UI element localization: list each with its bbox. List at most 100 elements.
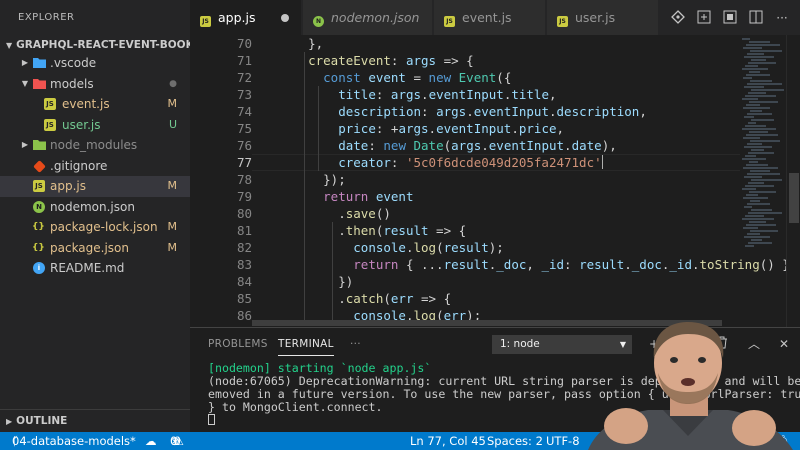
minimap-line xyxy=(747,173,780,175)
code-content[interactable]: }, createEvent: args => { const event = … xyxy=(278,35,797,327)
terminal-output[interactable]: [nodemon] starting `node app.js` (node:6… xyxy=(208,362,800,427)
tree-item-app-js[interactable]: JS app.js M xyxy=(0,176,190,197)
minimap-line xyxy=(748,182,764,184)
git-compare-icon[interactable] xyxy=(670,10,686,26)
status-bar: ᚴ 04-database-models* ☁ ⊗ 0 ⚠ 0 Ln 77, Co… xyxy=(0,432,800,450)
chevron-down-icon: ▼ xyxy=(21,78,29,88)
minimap-line xyxy=(745,185,774,187)
minimap-line xyxy=(750,50,782,52)
tree-item-package-json[interactable]: {} package.json M xyxy=(0,238,190,259)
code-line[interactable]: const event = new Event({ xyxy=(278,69,511,86)
tree-item-package-lock-json[interactable]: {} package-lock.json M xyxy=(0,217,190,238)
more-actions-icon[interactable]: ··· xyxy=(774,10,790,26)
minimap-line xyxy=(747,143,762,145)
tree-item-label: .vscode xyxy=(50,56,97,70)
tree-item-label: node_modules xyxy=(50,138,138,152)
tab-label: event.js xyxy=(462,10,512,25)
minimap-line xyxy=(744,236,770,238)
code-line[interactable]: creator: '5c0f6dcde049d205fa2471dc' xyxy=(278,154,603,171)
branch-name: 04-database-models* xyxy=(12,434,136,448)
minimap-line xyxy=(748,92,766,94)
code-line[interactable]: description: args.eventInput.description… xyxy=(278,103,647,120)
line-number: 83 xyxy=(236,257,252,272)
tree-item-node-modules[interactable]: ▶ node_modules xyxy=(0,135,190,156)
indentation[interactable]: Spaces: 2 xyxy=(487,432,543,450)
tab-problems[interactable]: PROBLEMS xyxy=(208,328,268,360)
code-editor[interactable]: 70 71 72 73 74 75 76 77 78 79 80 81 82 83 84 85 86 }, cr… xyxy=(190,35,800,327)
code-line[interactable]: title: args.eventInput.title, xyxy=(278,86,556,103)
tree-item-gitignore[interactable]: .gitignore xyxy=(0,156,190,177)
scrollbar-thumb[interactable] xyxy=(789,173,799,223)
code-line[interactable]: .catch(err => { xyxy=(278,290,451,307)
cursor-position[interactable]: Ln 77, Col 45 xyxy=(410,432,486,450)
code-line[interactable]: console.log(result); xyxy=(278,239,504,256)
close-panel-icon[interactable]: ✕ xyxy=(776,336,792,352)
tree-item-user-js[interactable]: JS user.js U xyxy=(0,115,190,136)
minimap-line xyxy=(749,41,770,43)
code-line[interactable]: return { ...result._doc, _id: result._do… xyxy=(278,256,797,273)
maximize-panel-icon[interactable]: ︿ xyxy=(746,336,762,352)
modified-dot-badge: ● xyxy=(169,78,177,89)
minimap-line xyxy=(749,71,760,73)
nodemon-file-icon: N xyxy=(313,16,324,27)
code-line[interactable]: createEvent: args => { xyxy=(278,52,474,69)
outline-section[interactable]: ▶ OUTLINE xyxy=(0,409,190,432)
git-status-badge: M xyxy=(167,220,178,233)
minimap-line xyxy=(743,197,768,199)
tree-item-nodemon-json[interactable]: N nodemon.json xyxy=(0,197,190,218)
terminal-prompt[interactable] xyxy=(208,414,778,427)
add-terminal-icon[interactable]: + xyxy=(646,336,662,352)
tree-item-label: models xyxy=(50,76,94,91)
tab-terminal[interactable]: TERMINAL xyxy=(278,328,334,360)
terminal-line: } to MongoClient.connect. xyxy=(208,400,383,414)
tree-item-vscode[interactable]: ▶ .vscode xyxy=(0,53,190,74)
chevron-down-icon: ▼ xyxy=(6,41,13,50)
code-line[interactable]: .then(result => { xyxy=(278,222,466,239)
terminal-select[interactable]: 1: node ▼ xyxy=(492,335,632,354)
problems-counter[interactable]: ⊗ 0 ⚠ 0 xyxy=(170,432,184,450)
line-number: 86 xyxy=(236,308,252,323)
tab-app-js[interactable]: JS app.js xyxy=(190,0,302,35)
minimap-line xyxy=(750,230,778,232)
tab-user-js[interactable]: JS user.js xyxy=(547,0,659,35)
minimap[interactable] xyxy=(740,35,786,327)
tree-item-readme-md[interactable]: i README.md xyxy=(0,258,190,279)
unsaved-dot-icon[interactable] xyxy=(281,14,289,22)
js-file-icon: JS xyxy=(44,98,56,110)
open-changes-icon[interactable] xyxy=(696,10,712,26)
folder-open-icon xyxy=(33,78,46,90)
tree-item-label: package.json xyxy=(50,240,130,255)
minimap-line xyxy=(742,68,768,70)
tab-nodemon-json[interactable]: Nnodemon.json xyxy=(303,0,433,35)
scrollbar-thumb[interactable] xyxy=(252,320,722,326)
code-line[interactable]: }) xyxy=(278,273,353,290)
code-line[interactable]: price: +args.eventInput.price, xyxy=(278,120,564,137)
tree-item-event-js[interactable]: JS event.js M xyxy=(0,94,190,115)
trash-icon[interactable] xyxy=(714,336,730,352)
tree-item-models[interactable]: ▼ models ● xyxy=(0,74,190,95)
split-editor-icon[interactable] xyxy=(748,10,764,26)
horizontal-scrollbar[interactable] xyxy=(252,319,740,327)
code-line[interactable]: }); xyxy=(278,171,346,188)
line-number: 85 xyxy=(236,291,252,306)
preview-icon[interactable] xyxy=(722,10,738,26)
root-folder[interactable]: ▼GRAPHQL-REACT-EVENT-BOOKI... xyxy=(0,35,190,55)
split-terminal-icon[interactable] xyxy=(684,336,700,352)
minimap-line xyxy=(751,239,762,241)
tab-more[interactable]: ··· xyxy=(350,328,361,360)
code-line[interactable]: .save() xyxy=(278,205,391,222)
vertical-scrollbar[interactable] xyxy=(786,35,800,327)
bell-icon[interactable]: 🔔︎ xyxy=(776,432,791,450)
minimap-line xyxy=(748,122,756,124)
line-number: 78 xyxy=(236,172,252,187)
code-line[interactable]: date: new Date(args.eventInput.date), xyxy=(278,137,617,154)
folder-icon xyxy=(33,57,46,69)
nodemon-file-icon: N xyxy=(33,200,45,213)
feedback-icon[interactable]: ☺ xyxy=(752,432,764,450)
minimap-line xyxy=(744,146,772,148)
minimap-line xyxy=(745,155,756,157)
tab-event-js[interactable]: JS event.js xyxy=(434,0,546,35)
encoding[interactable]: UTF-8 xyxy=(546,432,580,450)
code-line[interactable]: return event xyxy=(278,188,413,205)
code-line[interactable]: }, xyxy=(278,35,323,52)
